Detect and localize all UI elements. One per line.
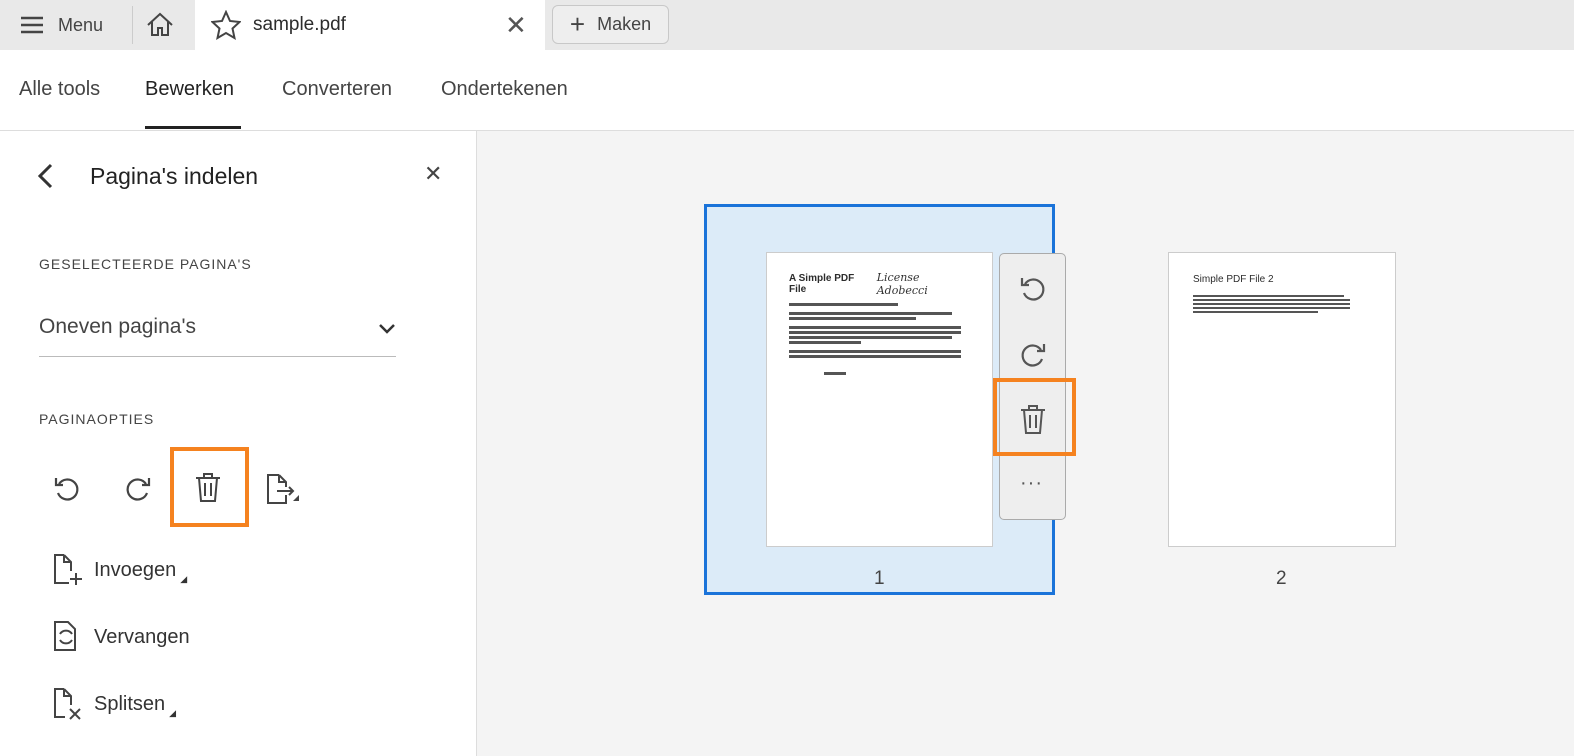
tab-sign[interactable]: Ondertekenen — [441, 78, 568, 101]
tab-all-tools[interactable]: Alle tools — [19, 78, 100, 101]
document-tab-label: sample.pdf — [253, 14, 346, 35]
plus-icon: + — [569, 9, 586, 39]
tab-edit[interactable]: Bewerken — [145, 78, 234, 101]
page-1-title: A Simple PDF File — [789, 273, 855, 295]
insert-label: Invoegen — [94, 558, 177, 581]
close-panel-icon[interactable]: ✕ — [424, 161, 442, 187]
rotate-left-icon[interactable] — [52, 474, 82, 504]
page-2-title: Simple PDF File 2 — [1193, 274, 1274, 285]
organize-pages-panel: Pagina's indelen ✕ GESELECTEERDE PAGINA'… — [0, 131, 477, 756]
toolbar: Alle tools Bewerken Converteren Ondertek… — [0, 50, 1574, 131]
panel-title: Pagina's indelen — [90, 163, 259, 189]
back-arrow-icon[interactable] — [36, 163, 56, 189]
page-options-heading: PAGINAOPTIES — [39, 411, 155, 427]
replace-page-icon — [54, 621, 76, 651]
page-2-number: 2 — [1276, 568, 1287, 589]
more-options-icon[interactable]: ··· — [1020, 472, 1043, 495]
create-button[interactable]: + Maken — [552, 5, 669, 44]
signature: License Adobecci — [876, 271, 928, 297]
insert-page-icon — [54, 554, 82, 585]
split-label: Splitsen — [94, 692, 166, 715]
page-selection-dropdown[interactable]: Oneven pagina's — [39, 315, 396, 357]
extract-page-icon[interactable] — [265, 473, 301, 507]
page-1-thumbnail[interactable]: A Simple PDF File License Adobecci — [766, 252, 993, 547]
chevron-down-icon — [379, 324, 395, 334]
document-tab[interactable]: sample.pdf — [195, 0, 545, 50]
home-button[interactable] — [140, 8, 180, 42]
dropdown-corner-icon: ◢ — [180, 573, 188, 584]
replace-label: Vervangen — [94, 625, 190, 648]
tab-bar: Menu sample.pdf ✕ + Maken — [0, 0, 1574, 50]
insert-option[interactable]: Invoegen ◢ — [52, 553, 187, 587]
split-option[interactable]: Splitsen ◢ — [52, 687, 176, 721]
selected-pages-heading: GESELECTEERDE PAGINA'S — [39, 256, 252, 272]
star-icon[interactable] — [211, 10, 241, 40]
create-label: Maken — [597, 14, 652, 34]
divider — [132, 6, 133, 44]
replace-option[interactable]: Vervangen — [52, 620, 190, 654]
menu-button[interactable]: Menu — [0, 0, 132, 50]
dropdown-corner-icon: ◢ — [169, 707, 177, 718]
highlight-box — [993, 378, 1076, 456]
rotate-left-icon[interactable] — [1018, 274, 1048, 304]
active-tab-indicator — [145, 126, 241, 129]
page-selection-value: Oneven pagina's — [39, 315, 196, 338]
page-2-thumbnail[interactable]: Simple PDF File 2 — [1168, 252, 1396, 547]
hamburger-icon — [21, 16, 43, 34]
rotate-right-icon[interactable] — [1018, 340, 1048, 370]
rotate-right-icon[interactable] — [123, 474, 153, 504]
close-tab-icon[interactable]: ✕ — [505, 10, 527, 41]
home-icon — [147, 12, 173, 36]
menu-label: Menu — [58, 14, 104, 35]
page-1-number: 1 — [874, 568, 885, 589]
tab-convert[interactable]: Converteren — [282, 78, 392, 101]
split-page-icon — [54, 688, 81, 720]
highlight-box — [170, 447, 249, 527]
